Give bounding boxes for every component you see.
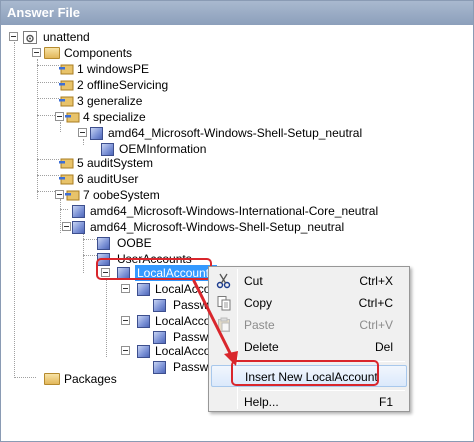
annotation-arrow bbox=[192, 279, 238, 366]
